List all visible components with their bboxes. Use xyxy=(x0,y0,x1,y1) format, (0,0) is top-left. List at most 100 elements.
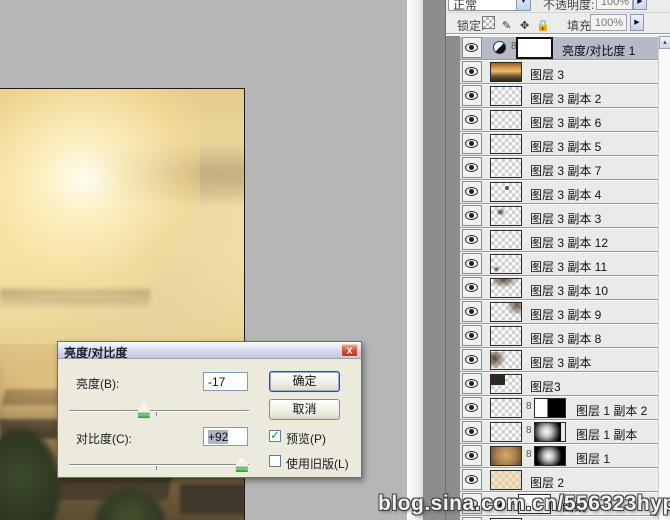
layer-thumbnail[interactable] xyxy=(490,110,522,130)
layer-row[interactable]: 图层 3 副本 6 xyxy=(460,108,658,132)
visibility-toggle[interactable] xyxy=(462,85,482,106)
layer-thumbnail[interactable] xyxy=(490,230,522,250)
dialog-titlebar[interactable]: 亮度/对比度 X xyxy=(58,342,361,360)
layer-row[interactable]: 8 亮度/对比度 1 xyxy=(460,36,658,60)
visibility-toggle[interactable] xyxy=(462,253,482,274)
layer-thumbnail[interactable] xyxy=(490,470,522,490)
layer-thumbnail[interactable] xyxy=(490,182,522,202)
layer-row[interactable]: 图层 3 副本 3 xyxy=(460,204,658,228)
brightness-slider-handle[interactable] xyxy=(137,404,150,418)
layer-row[interactable]: 图层 3 副本 2 xyxy=(460,84,658,108)
layer-row[interactable]: 图层 3 副本 5 xyxy=(460,132,658,156)
scroll-up-icon[interactable]: ▲ xyxy=(659,36,670,49)
blend-mode-select[interactable]: 正常 ▼ xyxy=(448,0,531,12)
layer-thumbnail[interactable] xyxy=(490,326,522,346)
layer-thumbnail[interactable] xyxy=(490,134,522,154)
mask-thumbnail[interactable] xyxy=(534,446,566,466)
opacity-value[interactable]: 100% xyxy=(596,0,633,10)
layer-row[interactable]: 8 图层 1 副本 xyxy=(460,420,658,444)
layer-row[interactable]: 图层 2 xyxy=(460,468,658,492)
watermark-text: blog.sina.com.cn/556323hyp xyxy=(378,492,670,515)
chevron-down-icon[interactable]: ▼ xyxy=(516,0,530,10)
visibility-toggle[interactable] xyxy=(462,301,482,322)
contrast-slider-track[interactable] xyxy=(69,464,249,466)
layer-row[interactable]: 图层 3 副本 8 xyxy=(460,324,658,348)
visibility-toggle[interactable] xyxy=(462,421,482,442)
layers-scrollbar[interactable]: ▲ xyxy=(658,36,670,520)
visibility-toggle[interactable] xyxy=(462,349,482,370)
layer-thumbnail[interactable] xyxy=(490,86,522,106)
layer-row[interactable]: 8 图层 1 副本 2 xyxy=(460,396,658,420)
brightness-slider-track[interactable] xyxy=(69,410,249,412)
lock-transparency-icon[interactable] xyxy=(482,16,495,29)
layer-thumbnail[interactable] xyxy=(490,254,522,274)
layer-thumbnail[interactable] xyxy=(490,350,522,370)
lock-brush-icon[interactable]: ✎ xyxy=(500,20,513,33)
opacity-popup-arrow-icon[interactable]: ▶ xyxy=(633,0,647,10)
eye-icon xyxy=(465,307,478,316)
layer-thumbnail[interactable] xyxy=(490,206,522,226)
layer-thumbnail[interactable] xyxy=(490,374,522,394)
contrast-slider-tick xyxy=(156,466,157,470)
layer-row[interactable]: 8 图层 1 xyxy=(460,444,658,468)
eye-icon xyxy=(465,475,478,484)
visibility-toggle[interactable] xyxy=(462,373,482,394)
visibility-toggle[interactable] xyxy=(462,325,482,346)
brightness-input[interactable]: -17 xyxy=(203,372,248,391)
contrast-label: 对比度(C): xyxy=(76,432,132,446)
eye-icon xyxy=(465,139,478,148)
layer-row[interactable]: 图层 3 副本 9 xyxy=(460,300,658,324)
lock-all-icon[interactable]: 🔒 xyxy=(536,20,550,33)
visibility-toggle[interactable] xyxy=(462,133,482,154)
eye-icon xyxy=(465,115,478,124)
contrast-input[interactable]: +92 xyxy=(203,427,248,446)
layer-row[interactable]: 图层 3 副本 11 xyxy=(460,252,658,276)
layer-row[interactable]: 图层3 xyxy=(460,372,658,396)
visibility-toggle[interactable] xyxy=(462,37,482,58)
visibility-toggle[interactable] xyxy=(462,229,482,250)
contrast-slider-handle[interactable] xyxy=(235,458,248,472)
layer-thumbnail[interactable] xyxy=(490,446,522,466)
mask-thumbnail[interactable] xyxy=(534,398,566,418)
layer-row[interactable]: 图层 3 xyxy=(460,60,658,84)
layer-thumbnail[interactable] xyxy=(490,62,522,82)
preview-checkbox[interactable]: ✓ xyxy=(269,428,281,442)
eye-icon xyxy=(465,259,478,268)
link-icon: 8 xyxy=(526,449,532,460)
layer-thumbnail[interactable] xyxy=(490,422,522,442)
mask-thumbnail[interactable] xyxy=(534,422,566,442)
layer-name: 图层 3 副本 5 xyxy=(530,140,602,154)
visibility-toggle[interactable] xyxy=(462,109,482,130)
visibility-toggle[interactable] xyxy=(462,277,482,298)
visibility-toggle[interactable] xyxy=(462,205,482,226)
layer-row[interactable]: 图层 3 副本 12 xyxy=(460,228,658,252)
layer-thumbnail[interactable] xyxy=(490,278,522,298)
layer-name: 图层3 xyxy=(530,380,561,394)
visibility-toggle[interactable] xyxy=(462,445,482,466)
fill-value[interactable]: 100% xyxy=(590,14,627,31)
thumbnail-smudge xyxy=(493,279,519,288)
eye-icon xyxy=(465,355,478,364)
visibility-toggle[interactable] xyxy=(462,157,482,178)
visibility-toggle[interactable] xyxy=(462,61,482,82)
fill-popup-arrow-icon[interactable]: ▶ xyxy=(630,14,644,31)
legacy-checkbox[interactable]: ✓ xyxy=(269,455,281,467)
visibility-toggle[interactable] xyxy=(462,397,482,418)
mask-thumbnail[interactable] xyxy=(516,37,553,59)
layer-row[interactable]: 图层 3 副本 4 xyxy=(460,180,658,204)
lock-move-icon[interactable]: ✥ xyxy=(518,20,531,33)
layer-row[interactable]: 图层 3 副本 10 xyxy=(460,276,658,300)
ok-button[interactable]: 确定 xyxy=(269,371,340,392)
photoshop-window: 正常 ▼ 不透明度: 100% ▶ 锁定: ✎ ✥ 🔒 填充: 100% ▶ 8… xyxy=(0,0,670,520)
layer-thumbnail[interactable] xyxy=(490,158,522,178)
close-icon[interactable]: X xyxy=(341,344,358,357)
check-icon: ✓ xyxy=(270,428,281,442)
cancel-button[interactable]: 取消 xyxy=(269,399,340,420)
layer-row[interactable]: 图层 3 副本 xyxy=(460,348,658,372)
layer-row[interactable]: 图层 3 副本 7 xyxy=(460,156,658,180)
visibility-toggle[interactable] xyxy=(462,469,482,490)
layer-thumbnail[interactable] xyxy=(490,302,522,322)
layer-row[interactable] xyxy=(460,516,658,520)
visibility-toggle[interactable] xyxy=(462,181,482,202)
layer-thumbnail[interactable] xyxy=(490,398,522,418)
